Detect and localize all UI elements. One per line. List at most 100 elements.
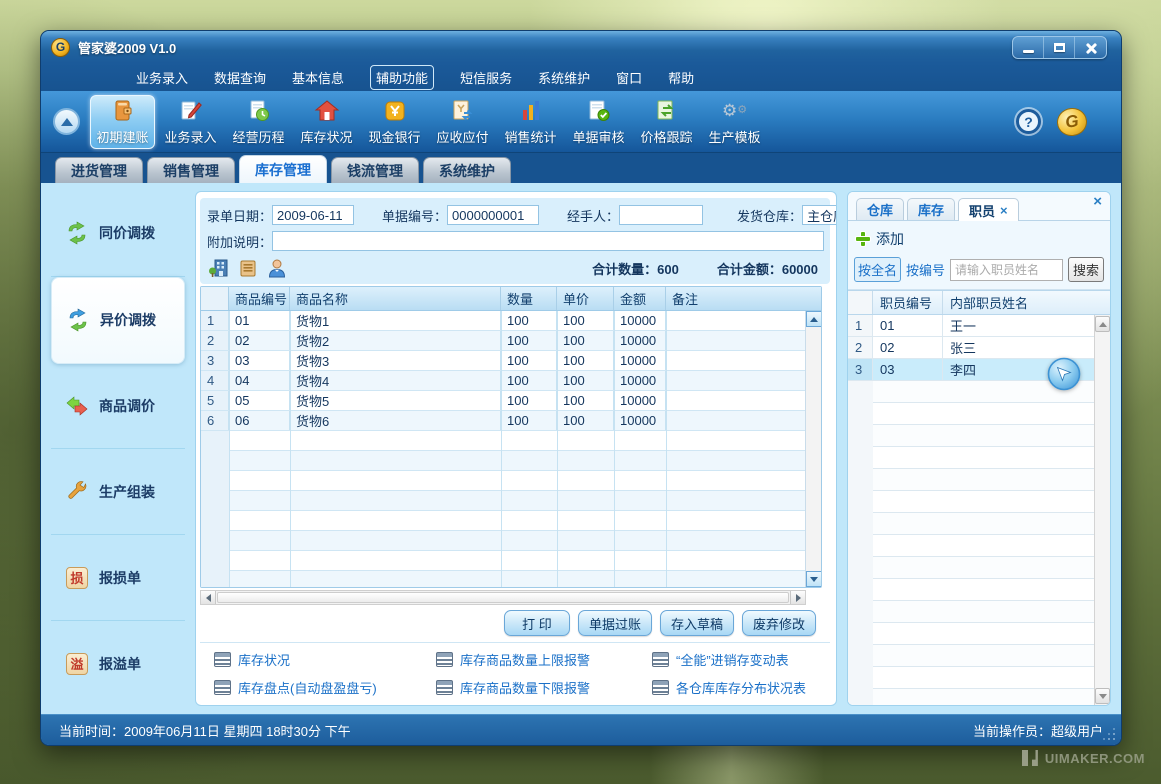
- cell-name[interactable]: 货物5: [290, 391, 501, 410]
- resize-grip[interactable]: [1102, 727, 1116, 741]
- cell-price[interactable]: 100: [557, 331, 614, 350]
- scroll-right-button[interactable]: [790, 591, 805, 604]
- sidebar-item-loss-report[interactable]: 损 报损单: [51, 535, 185, 621]
- table-row[interactable]: 5 05 货物5 100 100 10000: [201, 391, 821, 411]
- toolbar-receivable-payable[interactable]: 应收应付: [430, 95, 495, 149]
- cell-note[interactable]: [666, 371, 821, 390]
- warehouse-building-icon[interactable]: [208, 257, 230, 279]
- cell-note[interactable]: [666, 411, 821, 430]
- toolbar-business-history[interactable]: 经营历程: [226, 95, 291, 149]
- tab-inventory[interactable]: 库存: [907, 198, 955, 220]
- tab-inventory-management[interactable]: 库存管理: [239, 155, 327, 183]
- sidebar-item-overflow-report[interactable]: 溢 报溢单: [51, 621, 185, 706]
- cell-name[interactable]: 货物6: [290, 411, 501, 430]
- tab-close-icon[interactable]: ×: [1000, 203, 1008, 218]
- sidebar-item-diff-price-transfer[interactable]: 异价调拨: [51, 277, 185, 364]
- tab-cashflow-management[interactable]: 钱流管理: [331, 157, 419, 183]
- cell-code[interactable]: 01: [229, 311, 290, 330]
- cell-price[interactable]: 100: [557, 391, 614, 410]
- menu-item-business-entry[interactable]: 业务录入: [136, 68, 188, 87]
- cell-amount[interactable]: 10000: [614, 331, 666, 350]
- cell-staff-code[interactable]: 01: [873, 315, 943, 336]
- toolbar-price-tracking[interactable]: 价格跟踪: [634, 95, 699, 149]
- cell-qty[interactable]: 100: [501, 371, 557, 390]
- table-row[interactable]: 6 06 货物6 100 100 10000: [201, 411, 821, 431]
- link-stock-lower-limit-alarm[interactable]: 库存商品数量下限报警: [436, 678, 652, 697]
- link-stock-upper-limit-alarm[interactable]: 库存商品数量上限报警: [436, 650, 652, 669]
- cell-amount[interactable]: 10000: [614, 311, 666, 330]
- toolbar-initial-setup[interactable]: 初期建账: [90, 95, 155, 149]
- cell-qty[interactable]: 100: [501, 351, 557, 370]
- close-button[interactable]: [1075, 37, 1106, 58]
- cell-note[interactable]: [666, 311, 821, 330]
- note-input[interactable]: [272, 231, 824, 251]
- add-row[interactable]: 添加: [854, 227, 1104, 257]
- staff-row[interactable]: 1 01 王一: [848, 315, 1110, 337]
- panel-close-icon[interactable]: ×: [1093, 194, 1102, 209]
- cell-qty[interactable]: 100: [501, 311, 557, 330]
- post-voucher-button[interactable]: 单据过账: [578, 610, 652, 636]
- filter-by-name-button[interactable]: 按全名: [854, 257, 901, 282]
- cell-name[interactable]: 货物2: [290, 331, 501, 350]
- cell-amount[interactable]: 10000: [614, 351, 666, 370]
- cell-name[interactable]: 货物4: [290, 371, 501, 390]
- handler-input[interactable]: [619, 205, 703, 225]
- toolbar-sales-statistics[interactable]: 销售统计: [498, 95, 563, 149]
- search-button[interactable]: 搜索: [1068, 257, 1104, 282]
- tab-system-maintenance[interactable]: 系统维护: [423, 157, 511, 183]
- toolbar-inventory-status[interactable]: 库存状况: [294, 95, 359, 149]
- sidebar-item-production-assembly[interactable]: 生产组装: [51, 449, 185, 535]
- goods-box-icon[interactable]: [237, 257, 259, 279]
- collapse-toolbar-button[interactable]: [53, 108, 80, 135]
- print-button[interactable]: 打 印: [504, 610, 570, 636]
- horizontal-scrollbar[interactable]: [200, 590, 806, 605]
- table-row[interactable]: 3 03 货物3 100 100 10000: [201, 351, 821, 371]
- cell-code[interactable]: 06: [229, 411, 290, 430]
- toolbar-cash-bank[interactable]: 现金银行: [362, 95, 427, 149]
- cell-name[interactable]: 货物3: [290, 351, 501, 370]
- scrollbar-thumb[interactable]: [217, 592, 789, 603]
- menu-item-system-maintain[interactable]: 系统维护: [538, 68, 590, 87]
- cell-code[interactable]: 03: [229, 351, 290, 370]
- maximize-button[interactable]: [1044, 37, 1075, 58]
- discard-changes-button[interactable]: 废弃修改: [742, 610, 816, 636]
- cell-name[interactable]: 货物1: [290, 311, 501, 330]
- toolbar-voucher-audit[interactable]: 单据审核: [566, 95, 631, 149]
- table-row[interactable]: 1 01 货物1 100 100 10000: [201, 311, 821, 331]
- cell-code[interactable]: 04: [229, 371, 290, 390]
- cell-price[interactable]: 100: [557, 351, 614, 370]
- cell-price[interactable]: 100: [557, 311, 614, 330]
- sidebar-item-same-price-transfer[interactable]: 同价调拨: [51, 191, 185, 277]
- cell-staff-name[interactable]: 张三: [943, 337, 1110, 358]
- minimize-button[interactable]: [1013, 37, 1044, 58]
- cell-qty[interactable]: 100: [501, 391, 557, 410]
- tab-sales-management[interactable]: 销售管理: [147, 157, 235, 183]
- menu-item-data-query[interactable]: 数据查询: [214, 68, 266, 87]
- scroll-down-button[interactable]: [806, 571, 821, 587]
- menu-item-auxiliary[interactable]: 辅助功能: [370, 65, 434, 90]
- menu-item-help[interactable]: 帮助: [668, 68, 694, 87]
- menu-item-sms[interactable]: 短信服务: [460, 68, 512, 87]
- doc-no-input[interactable]: [447, 205, 539, 225]
- menu-item-window[interactable]: 窗口: [616, 68, 642, 87]
- link-inventory-status[interactable]: 库存状况: [214, 650, 436, 669]
- date-input[interactable]: [272, 205, 354, 225]
- cell-staff-name[interactable]: 李四: [943, 359, 1110, 380]
- tab-purchase-management[interactable]: 进货管理: [55, 157, 143, 183]
- link-stocktaking[interactable]: 库存盘点(自动盘盈盘亏): [214, 678, 436, 697]
- scroll-up-button[interactable]: [806, 311, 821, 327]
- scroll-up-button[interactable]: [1095, 316, 1110, 332]
- cell-amount[interactable]: 10000: [614, 411, 666, 430]
- toolbar-production-template[interactable]: ⚙⚙ 生产模板: [702, 95, 767, 149]
- tab-staff[interactable]: 职员 ×: [958, 198, 1019, 221]
- cell-amount[interactable]: 10000: [614, 391, 666, 410]
- scroll-down-button[interactable]: [1095, 688, 1110, 704]
- cell-code[interactable]: 02: [229, 331, 290, 350]
- person-icon[interactable]: [266, 257, 288, 279]
- link-warehouse-distribution-report[interactable]: 各仓库库存分布状况表: [652, 678, 830, 697]
- cell-price[interactable]: 100: [557, 371, 614, 390]
- cell-note[interactable]: [666, 391, 821, 410]
- cell-code[interactable]: 05: [229, 391, 290, 410]
- save-draft-button[interactable]: 存入草稿: [660, 610, 734, 636]
- warehouse-input[interactable]: [802, 205, 837, 225]
